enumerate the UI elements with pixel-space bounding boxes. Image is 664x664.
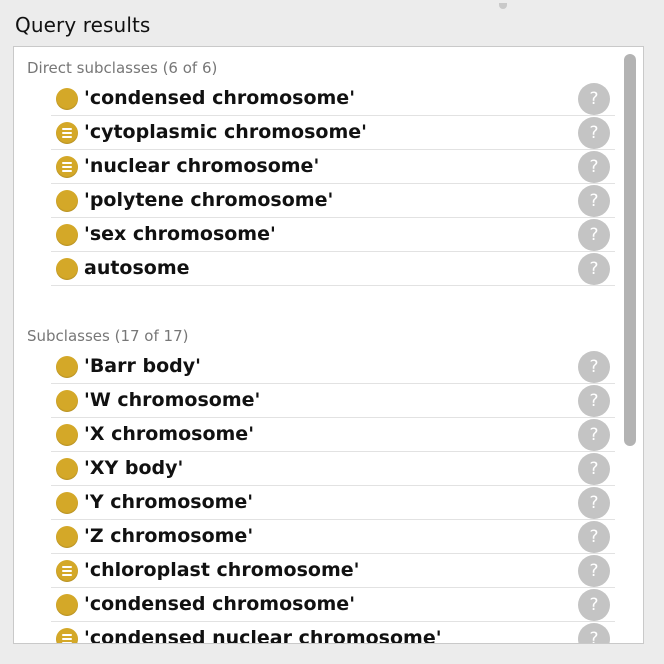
class-label: 'Y chromosome' (84, 491, 254, 513)
class-bullet-icon (56, 492, 78, 514)
class-bullet-icon (56, 526, 78, 548)
class-label: 'sex chromosome' (84, 223, 276, 245)
list-item[interactable]: 'Z chromosome' ? (51, 520, 615, 554)
class-bullet-icon (56, 258, 78, 280)
list-item[interactable]: 'cytoplasmic chromosome' ? (51, 116, 615, 150)
class-label: 'chloroplast chromosome' (84, 559, 360, 581)
help-icon[interactable]: ? (578, 185, 610, 217)
scrollbar-thumb[interactable] (624, 54, 636, 446)
class-label: 'cytoplasmic chromosome' (84, 121, 367, 143)
class-label: autosome (84, 257, 190, 279)
section-header-subclasses: Subclasses (17 of 17) (27, 327, 189, 345)
class-bullet-icon (56, 594, 78, 616)
window-edge-marker (499, 3, 507, 9)
query-results-list: Direct subclasses (6 of 6) 'condensed ch… (13, 46, 644, 644)
class-bullet-icon (56, 224, 78, 246)
defined-class-bullet-icon (56, 122, 78, 144)
class-label: 'condensed chromosome' (84, 87, 356, 109)
help-icon[interactable]: ? (578, 83, 610, 115)
help-icon[interactable]: ? (578, 351, 610, 383)
class-bullet-icon (56, 190, 78, 212)
list-item[interactable]: 'Barr body' ? (51, 350, 615, 384)
defined-class-bullet-icon (56, 560, 78, 582)
help-icon[interactable]: ? (578, 253, 610, 285)
class-label: 'condensed chromosome' (84, 593, 356, 615)
section-header-direct-subclasses: Direct subclasses (6 of 6) (27, 59, 218, 77)
defined-class-bullet-icon (56, 628, 78, 643)
class-bullet-icon (56, 458, 78, 480)
class-label: 'W chromosome' (84, 389, 261, 411)
list-item[interactable]: 'XY body' ? (51, 452, 615, 486)
help-icon[interactable]: ? (578, 419, 610, 451)
class-label: 'polytene chromosome' (84, 189, 334, 211)
list-item[interactable]: 'X chromosome' ? (51, 418, 615, 452)
help-icon[interactable]: ? (578, 589, 610, 621)
help-icon[interactable]: ? (578, 117, 610, 149)
help-icon[interactable]: ? (578, 453, 610, 485)
class-label: 'nuclear chromosome' (84, 155, 320, 177)
vertical-scrollbar[interactable] (623, 51, 637, 639)
class-label: 'Barr body' (84, 355, 201, 377)
help-icon[interactable]: ? (578, 151, 610, 183)
list-item[interactable]: 'W chromosome' ? (51, 384, 615, 418)
class-bullet-icon (56, 390, 78, 412)
help-icon[interactable]: ? (578, 219, 610, 251)
class-bullet-icon (56, 88, 78, 110)
list-item[interactable]: 'condensed chromosome' ? (51, 82, 615, 116)
list-item[interactable]: 'condensed chromosome' ? (51, 588, 615, 622)
list-item[interactable]: 'polytene chromosome' ? (51, 184, 615, 218)
help-icon[interactable]: ? (578, 385, 610, 417)
list-item[interactable]: autosome ? (51, 252, 615, 286)
class-label: 'condensed nuclear chromosome' (84, 627, 442, 644)
list-item[interactable]: 'nuclear chromosome' ? (51, 150, 615, 184)
list-item[interactable]: 'chloroplast chromosome' ? (51, 554, 615, 588)
help-icon[interactable]: ? (578, 623, 610, 643)
class-label: 'X chromosome' (84, 423, 255, 445)
help-icon[interactable]: ? (578, 555, 610, 587)
panel-title: Query results (15, 13, 151, 37)
class-label: 'XY body' (84, 457, 184, 479)
list-item[interactable]: 'sex chromosome' ? (51, 218, 615, 252)
class-bullet-icon (56, 424, 78, 446)
class-label: 'Z chromosome' (84, 525, 254, 547)
help-icon[interactable]: ? (578, 487, 610, 519)
class-bullet-icon (56, 356, 78, 378)
list-item[interactable]: 'condensed nuclear chromosome' ? (51, 622, 615, 644)
list-item[interactable]: 'Y chromosome' ? (51, 486, 615, 520)
defined-class-bullet-icon (56, 156, 78, 178)
help-icon[interactable]: ? (578, 521, 610, 553)
